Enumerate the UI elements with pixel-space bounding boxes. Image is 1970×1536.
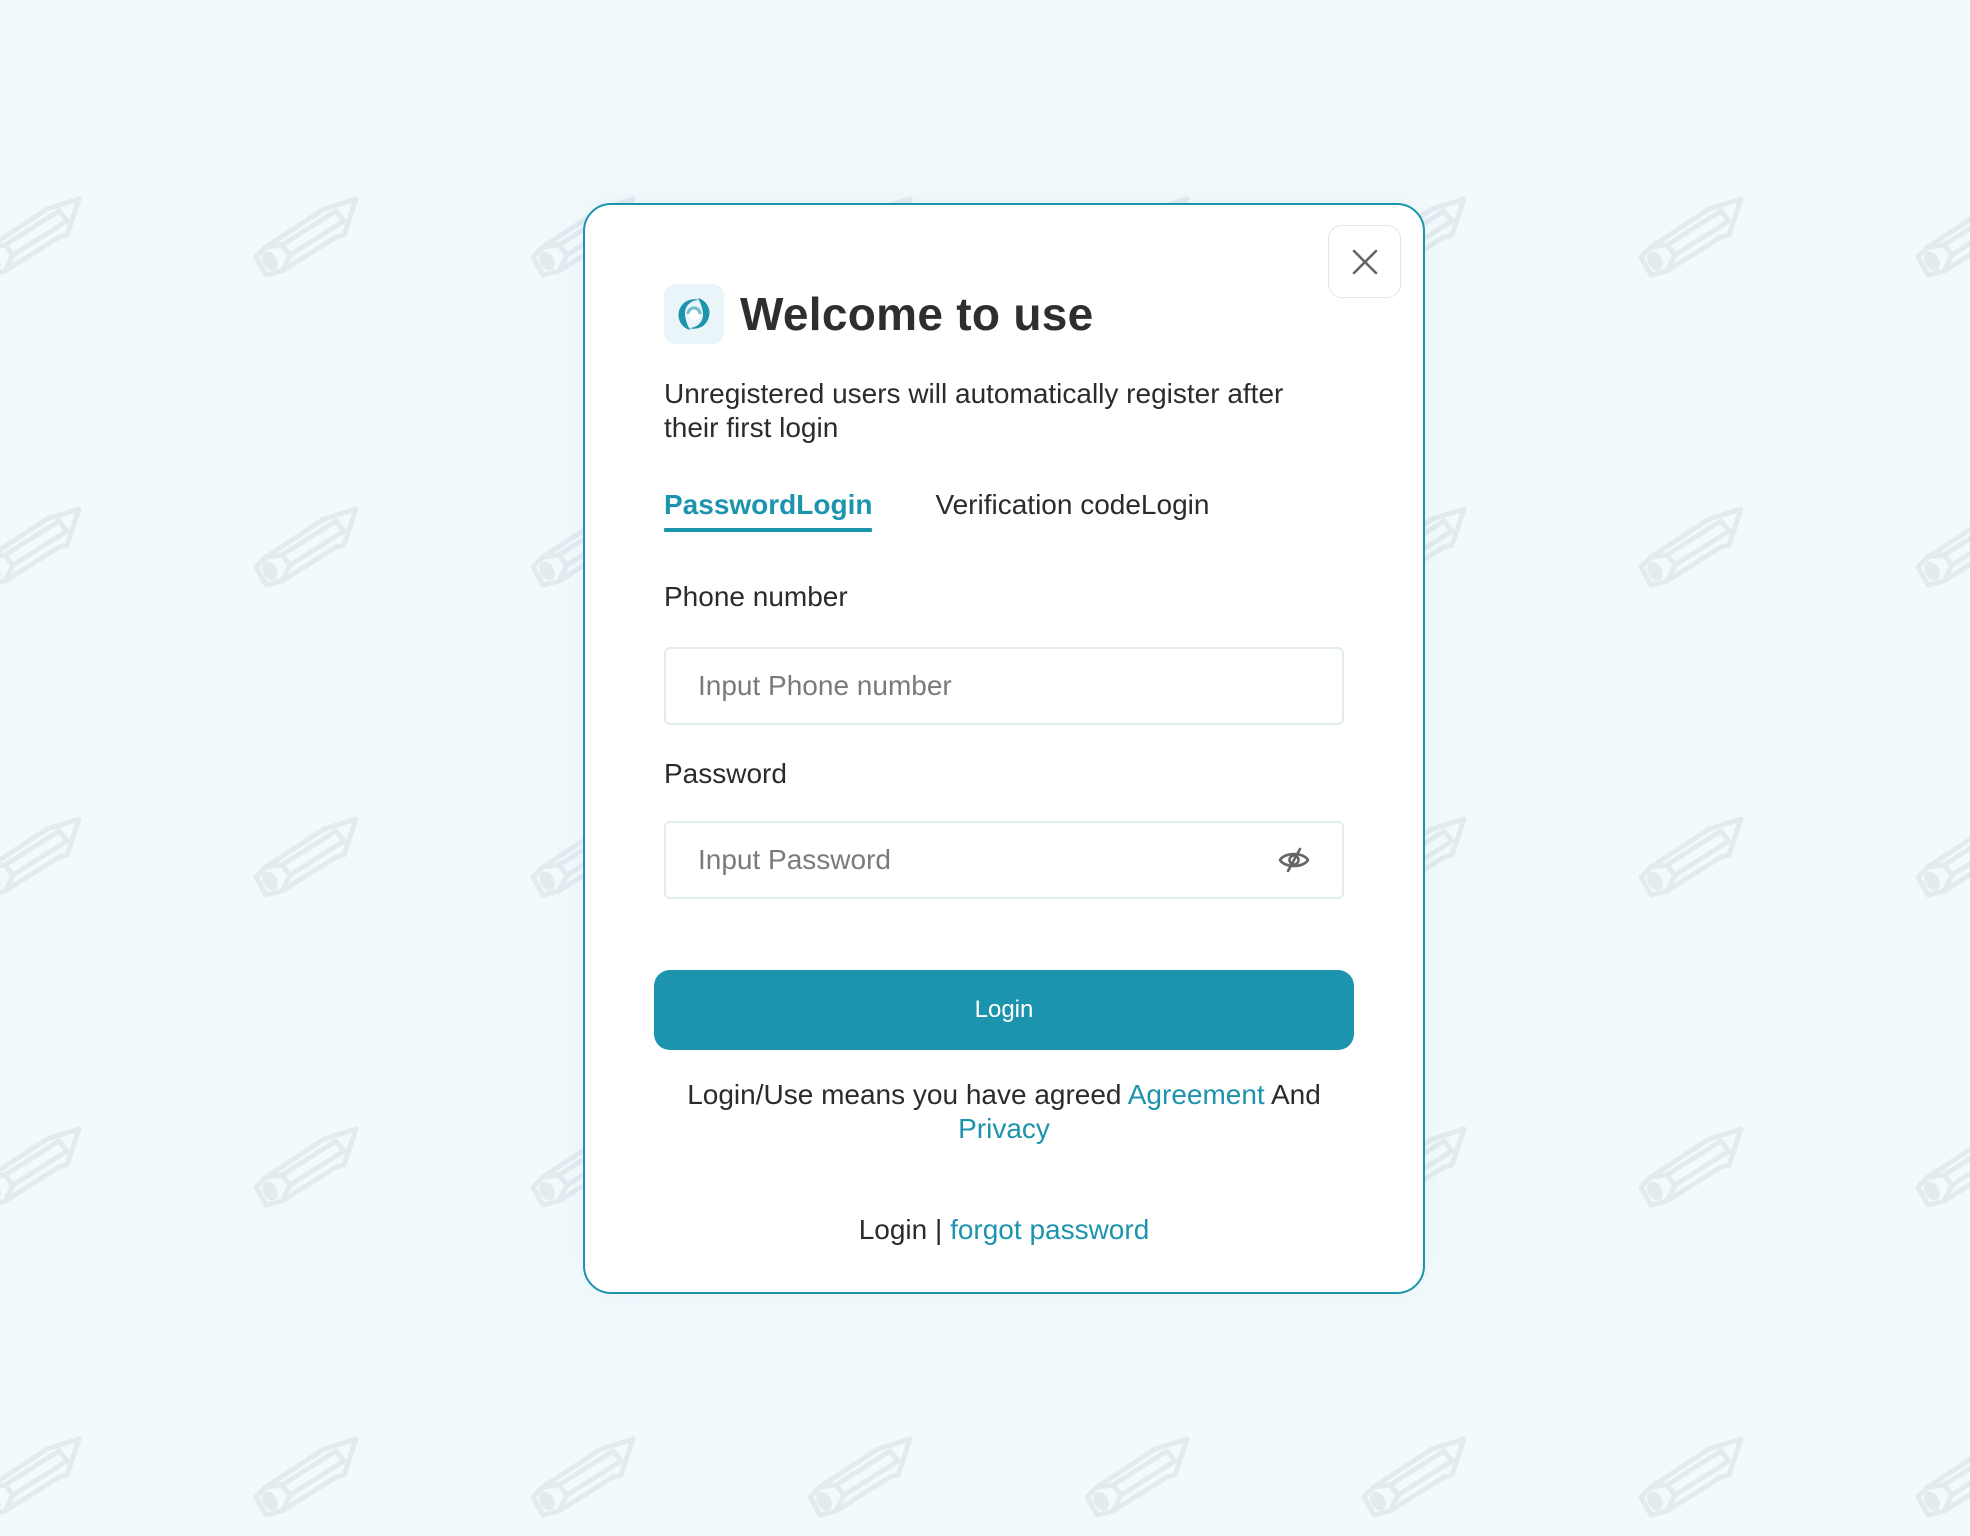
close-icon — [1352, 249, 1377, 274]
privacy-link[interactable]: Privacy — [958, 1113, 1050, 1144]
tab-verification-code-login[interactable]: Verification codeLogin — [935, 488, 1209, 530]
pencil-icon — [256, 819, 356, 895]
pencil-icon — [1918, 819, 1970, 895]
pencil-icon — [1641, 509, 1741, 585]
pencil-icon — [810, 1439, 910, 1515]
agreement-notice: Login/Use means you have agreed Agreemen… — [645, 1078, 1363, 1146]
pencil-icon — [1918, 1129, 1970, 1205]
pencil-icon — [1641, 1439, 1741, 1515]
pencil-icon — [0, 819, 79, 895]
agreement-link[interactable]: Agreement — [1128, 1079, 1265, 1110]
tab-password-login[interactable]: PasswordLogin — [664, 488, 873, 532]
pencil-icon — [1918, 1439, 1970, 1515]
pencil-icon — [256, 509, 356, 585]
password-field — [664, 821, 1344, 899]
pencil-icon — [1364, 1439, 1464, 1515]
pencil-icon — [0, 1129, 79, 1205]
pencil-icon — [1087, 1439, 1187, 1515]
password-visibility-toggle[interactable] — [1274, 840, 1314, 880]
eye-off-icon — [1278, 847, 1310, 873]
login-method-tabs: PasswordLogin Verification codeLogin — [664, 488, 1209, 532]
password-label: Password — [664, 758, 787, 789]
agreement-prefix: Login/Use means you have agreed — [687, 1079, 1128, 1110]
pencil-icon — [0, 509, 79, 585]
pencil-icon — [256, 1439, 356, 1515]
phone-number-field — [664, 647, 1344, 725]
modal-header: Welcome to use — [664, 284, 1094, 344]
agreement-conjunction: And — [1264, 1079, 1321, 1110]
password-input[interactable] — [666, 822, 1274, 898]
footer-separator: | — [927, 1214, 951, 1245]
swirl-logo-icon — [664, 284, 724, 344]
registration-notice: Unregistered users will automatically re… — [664, 378, 1284, 443]
pencil-icon — [256, 199, 356, 275]
pencil-icon — [1641, 1129, 1741, 1205]
pencil-icon — [1918, 199, 1970, 275]
pencil-icon — [256, 1129, 356, 1205]
login-button[interactable]: Login — [654, 970, 1354, 1050]
modal-title: Welcome to use — [740, 288, 1094, 340]
pencil-icon — [1918, 509, 1970, 585]
phone-number-input[interactable] — [666, 648, 1342, 724]
footer-login-label: Login — [858, 1214, 928, 1245]
pencil-icon — [1641, 819, 1741, 895]
login-modal: Welcome to use Unregistered users will a… — [583, 203, 1425, 1294]
phone-number-label: Phone number — [664, 581, 848, 612]
pencil-icon — [0, 1439, 79, 1515]
modal-footer: Login | forgot password — [585, 1213, 1423, 1247]
forgot-password-link[interactable]: forgot password — [950, 1214, 1149, 1245]
close-button[interactable] — [1328, 225, 1401, 298]
pencil-icon — [0, 199, 79, 275]
pencil-icon — [1641, 199, 1741, 275]
pencil-icon — [533, 1439, 633, 1515]
